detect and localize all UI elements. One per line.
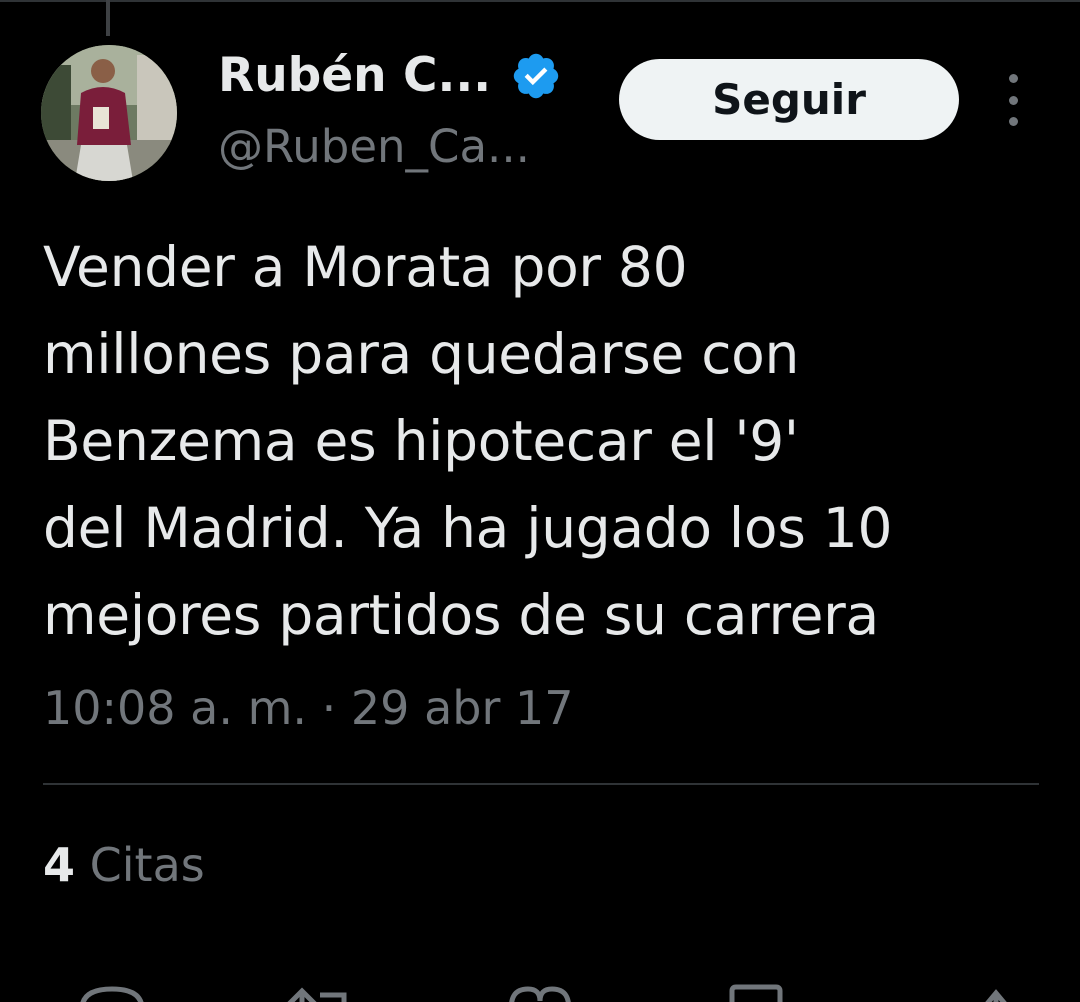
tweet-timestamp[interactable]: 10:08 a. m. · 29 abr 17 bbox=[43, 676, 574, 740]
avatar-photo bbox=[41, 45, 177, 181]
tweet-text: Vender a Morata por 80 millones para que… bbox=[43, 235, 893, 647]
more-options-icon[interactable] bbox=[996, 74, 1030, 126]
more-dot bbox=[1008, 95, 1018, 105]
author-avatar[interactable] bbox=[41, 45, 177, 181]
heart-icon[interactable] bbox=[500, 975, 580, 1002]
stats-divider bbox=[43, 783, 1039, 785]
thread-connector-line bbox=[106, 0, 110, 36]
quotes-count: 4 bbox=[43, 838, 76, 892]
share-icon[interactable] bbox=[956, 975, 1036, 1002]
author-display-name[interactable]: Rubén C... bbox=[218, 46, 491, 106]
quotes-count-link[interactable]: 4 Citas bbox=[43, 833, 205, 897]
follow-button[interactable]: Seguir bbox=[619, 59, 959, 140]
top-divider bbox=[0, 0, 1080, 2]
author-handle[interactable]: @Ruben_Ca... bbox=[218, 119, 530, 175]
bookmark-icon[interactable] bbox=[716, 975, 796, 1002]
more-dot bbox=[1008, 117, 1018, 126]
quotes-label: Citas bbox=[89, 838, 205, 892]
more-dot bbox=[1008, 74, 1018, 83]
verified-badge-icon bbox=[513, 53, 559, 99]
retweet-icon[interactable] bbox=[280, 975, 360, 1002]
tweet-action-bar bbox=[0, 975, 1080, 1002]
reply-icon[interactable] bbox=[72, 975, 152, 1002]
